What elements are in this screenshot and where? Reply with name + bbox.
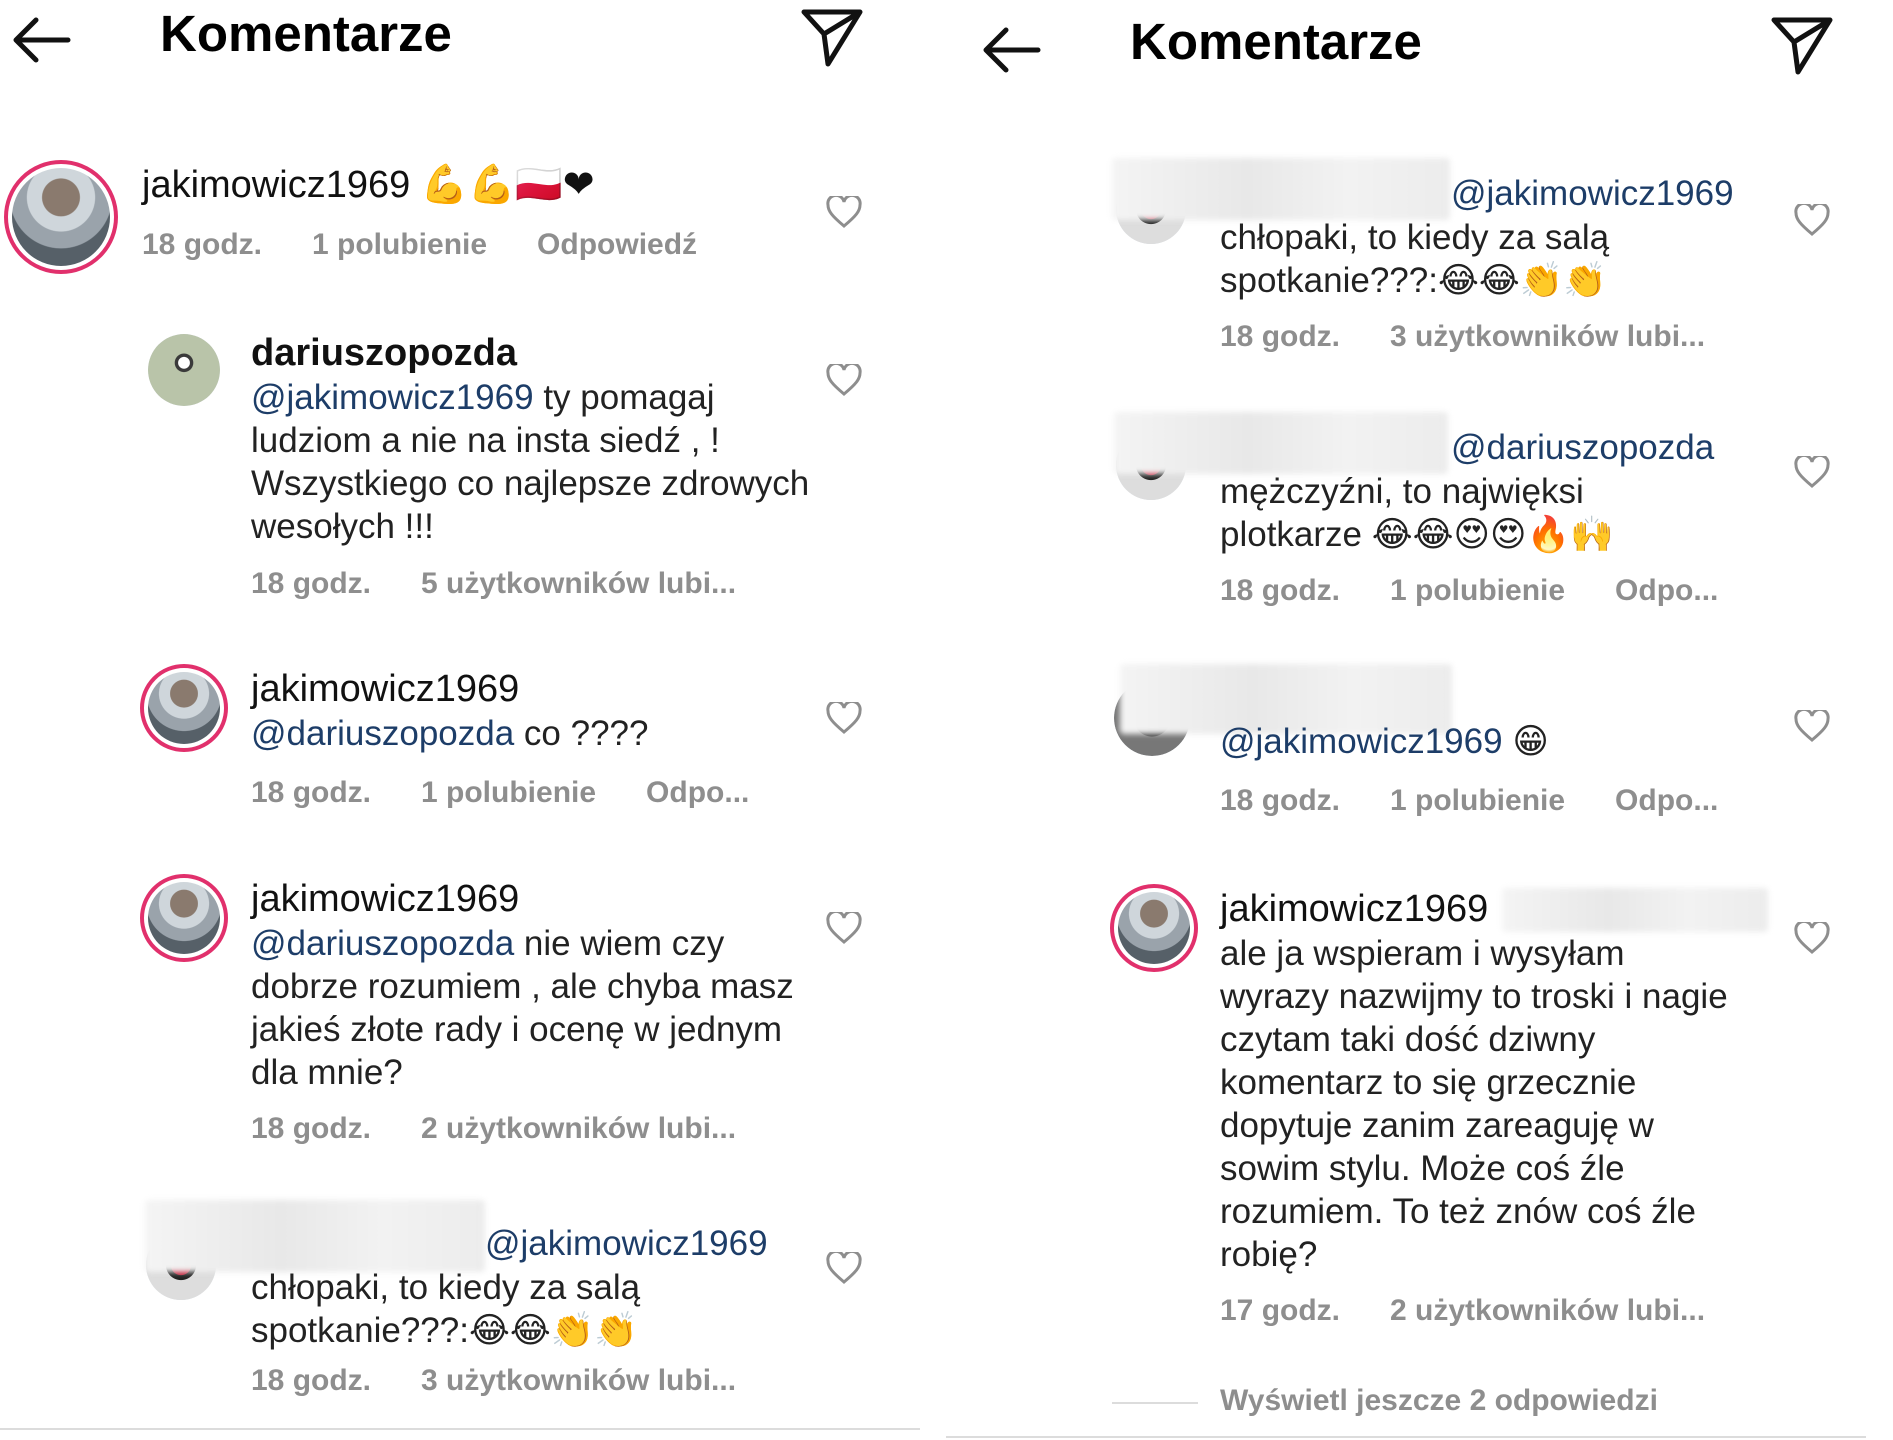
like-heart-icon[interactable] <box>826 912 862 944</box>
comment-time: 18 godz. <box>1220 320 1341 353</box>
back-arrow-icon[interactable] <box>978 22 1042 78</box>
comment-meta: 17 godz. 2 użytkowników lubi... <box>1220 1294 1755 1328</box>
comment-text: chłopaki, to kiedy za salą spotkanie???:… <box>1220 218 1610 301</box>
comment-time: 18 godz. <box>142 228 263 261</box>
like-heart-icon[interactable] <box>1794 922 1830 954</box>
comment-time: 18 godz. <box>251 1112 372 1145</box>
comment-time: 18 godz. <box>1220 574 1341 607</box>
back-arrow-icon[interactable] <box>8 12 72 68</box>
comment-time: 18 godz. <box>251 1364 372 1397</box>
bottom-divider <box>946 1436 1866 1438</box>
comment-text: @dariuszopozda co ???? <box>251 714 649 753</box>
comment-time: 17 godz. <box>1220 1294 1341 1327</box>
reply-button[interactable]: Odpo... <box>646 776 749 809</box>
comment-meta: 18 godz. 3 użytkowników lubi... <box>251 1364 786 1398</box>
comment-mention: @jakimowicz1969 <box>485 1222 768 1265</box>
mention-link[interactable]: @jakimowicz1969 <box>1220 722 1503 761</box>
comment-meta: 18 godz. 1 polubienie Odpo... <box>1220 574 1768 608</box>
comment-meta: 18 godz. 3 użytkowników lubi... <box>1220 320 1755 354</box>
comment-meta: 18 godz. 1 polubienie Odpo... <box>251 776 799 810</box>
avatar[interactable] <box>4 160 118 274</box>
avatar[interactable] <box>148 334 220 406</box>
comment-time: 18 godz. <box>1220 784 1341 817</box>
send-icon[interactable] <box>1770 14 1834 78</box>
like-heart-icon[interactable] <box>826 364 862 396</box>
comment-username[interactable]: dariuszopozda <box>251 332 517 375</box>
comment-time: 18 godz. <box>251 776 372 809</box>
replies-divider <box>1112 1402 1198 1404</box>
left-comments-screen: Komentarze jakimowicz1969 💪💪🇵🇱❤ 18 godz.… <box>0 0 920 1440</box>
avatar[interactable] <box>140 874 228 962</box>
comment-username[interactable]: jakimowicz1969 💪💪🇵🇱❤ <box>142 162 595 207</box>
comment-username[interactable]: jakimowicz1969 <box>251 878 519 921</box>
mention-link[interactable]: @jakimowicz1969 <box>251 378 534 417</box>
likes-count[interactable]: 1 polubienie <box>1390 574 1565 607</box>
avatar[interactable] <box>1110 884 1198 972</box>
likes-count[interactable]: 2 użytkowników lubi... <box>421 1112 736 1145</box>
comment-mention: @jakimowicz1969 <box>1451 172 1734 215</box>
redacted-username <box>1112 158 1450 220</box>
comment-mention: @dariuszopozda <box>1451 426 1714 469</box>
like-heart-icon[interactable] <box>1794 456 1830 488</box>
likes-count[interactable]: 5 użytkowników lubi... <box>421 567 736 600</box>
like-heart-icon[interactable] <box>826 196 862 228</box>
likes-count[interactable]: 1 polubienie <box>421 776 596 809</box>
page-title: Komentarze <box>160 5 452 62</box>
mention-link[interactable]: @jakimowicz1969 <box>1451 174 1734 213</box>
bottom-divider <box>0 1428 920 1430</box>
likes-count[interactable]: 3 użytkowników lubi... <box>421 1364 736 1397</box>
comment-username[interactable]: jakimowicz1969 <box>1220 888 1488 931</box>
like-heart-icon[interactable] <box>1794 710 1830 742</box>
comment-meta: 18 godz. 1 polubienie Odpowiedź <box>142 228 747 262</box>
comment-text: @jakimowicz1969 ty pomagaj ludziom a nie… <box>251 378 810 546</box>
emoji-text: 😂😂👏👏 <box>468 1311 638 1351</box>
avatar[interactable] <box>140 664 228 752</box>
emoji-text: 😁 <box>1512 722 1549 762</box>
comment-text: @jakimowicz1969 😁 <box>1220 720 1549 764</box>
comment-time: 18 godz. <box>251 567 372 600</box>
view-more-replies-button[interactable]: Wyświetl jeszcze 2 odpowiedzi <box>1220 1384 1658 1418</box>
comment-text: ale ja wspieram i wysyłam wyrazy nazwijm… <box>1220 934 1728 1274</box>
reply-button[interactable]: Odpo... <box>1615 784 1718 817</box>
page-title: Komentarze <box>1130 13 1422 70</box>
comment-meta: 18 godz. 2 użytkowników lubi... <box>251 1112 786 1146</box>
emoji-text: 😂😂😍😍🔥🙌 <box>1371 515 1614 555</box>
comment-text: chłopaki, to kiedy za salą spotkanie???:… <box>251 1268 641 1351</box>
emoji-text: 😂😂👏👏 <box>1437 261 1607 301</box>
emoji-text: 💪💪🇵🇱❤ <box>420 162 595 206</box>
right-comments-screen: Komentarze @jakimowicz1969 chłopaki, to … <box>946 0 1866 1440</box>
mention-link[interactable]: @dariuszopozda <box>1451 428 1714 467</box>
redacted-text <box>1502 888 1768 932</box>
comment-meta: 18 godz. 1 polubienie Odpo... <box>1220 784 1768 818</box>
like-heart-icon[interactable] <box>826 702 862 734</box>
likes-count[interactable]: 3 użytkowników lubi... <box>1390 320 1705 353</box>
like-heart-icon[interactable] <box>1794 204 1830 236</box>
likes-count[interactable]: 2 użytkowników lubi... <box>1390 1294 1705 1327</box>
comment-text: @dariuszopozda nie wiem czy dobrze rozum… <box>251 924 794 1092</box>
mention-link[interactable]: @dariuszopozda <box>251 714 514 753</box>
redacted-username <box>1114 412 1448 474</box>
reply-button[interactable]: Odpo... <box>1615 574 1718 607</box>
mention-link[interactable]: @jakimowicz1969 <box>485 1224 768 1263</box>
reply-button[interactable]: Odpowiedź <box>537 228 697 261</box>
redacted-username <box>145 1200 485 1272</box>
comment-text: mężczyźni, to najwięksi plotkarze 😂😂😍😍🔥🙌 <box>1220 472 1614 555</box>
send-icon[interactable] <box>800 6 864 70</box>
mention-link[interactable]: @dariuszopozda <box>251 924 514 963</box>
likes-count[interactable]: 1 polubienie <box>1390 784 1565 817</box>
like-heart-icon[interactable] <box>826 1252 862 1284</box>
likes-count[interactable]: 1 polubienie <box>312 228 487 261</box>
comment-username[interactable]: jakimowicz1969 <box>251 668 519 711</box>
comment-meta: 18 godz. 5 użytkowników lubi... <box>251 567 786 601</box>
